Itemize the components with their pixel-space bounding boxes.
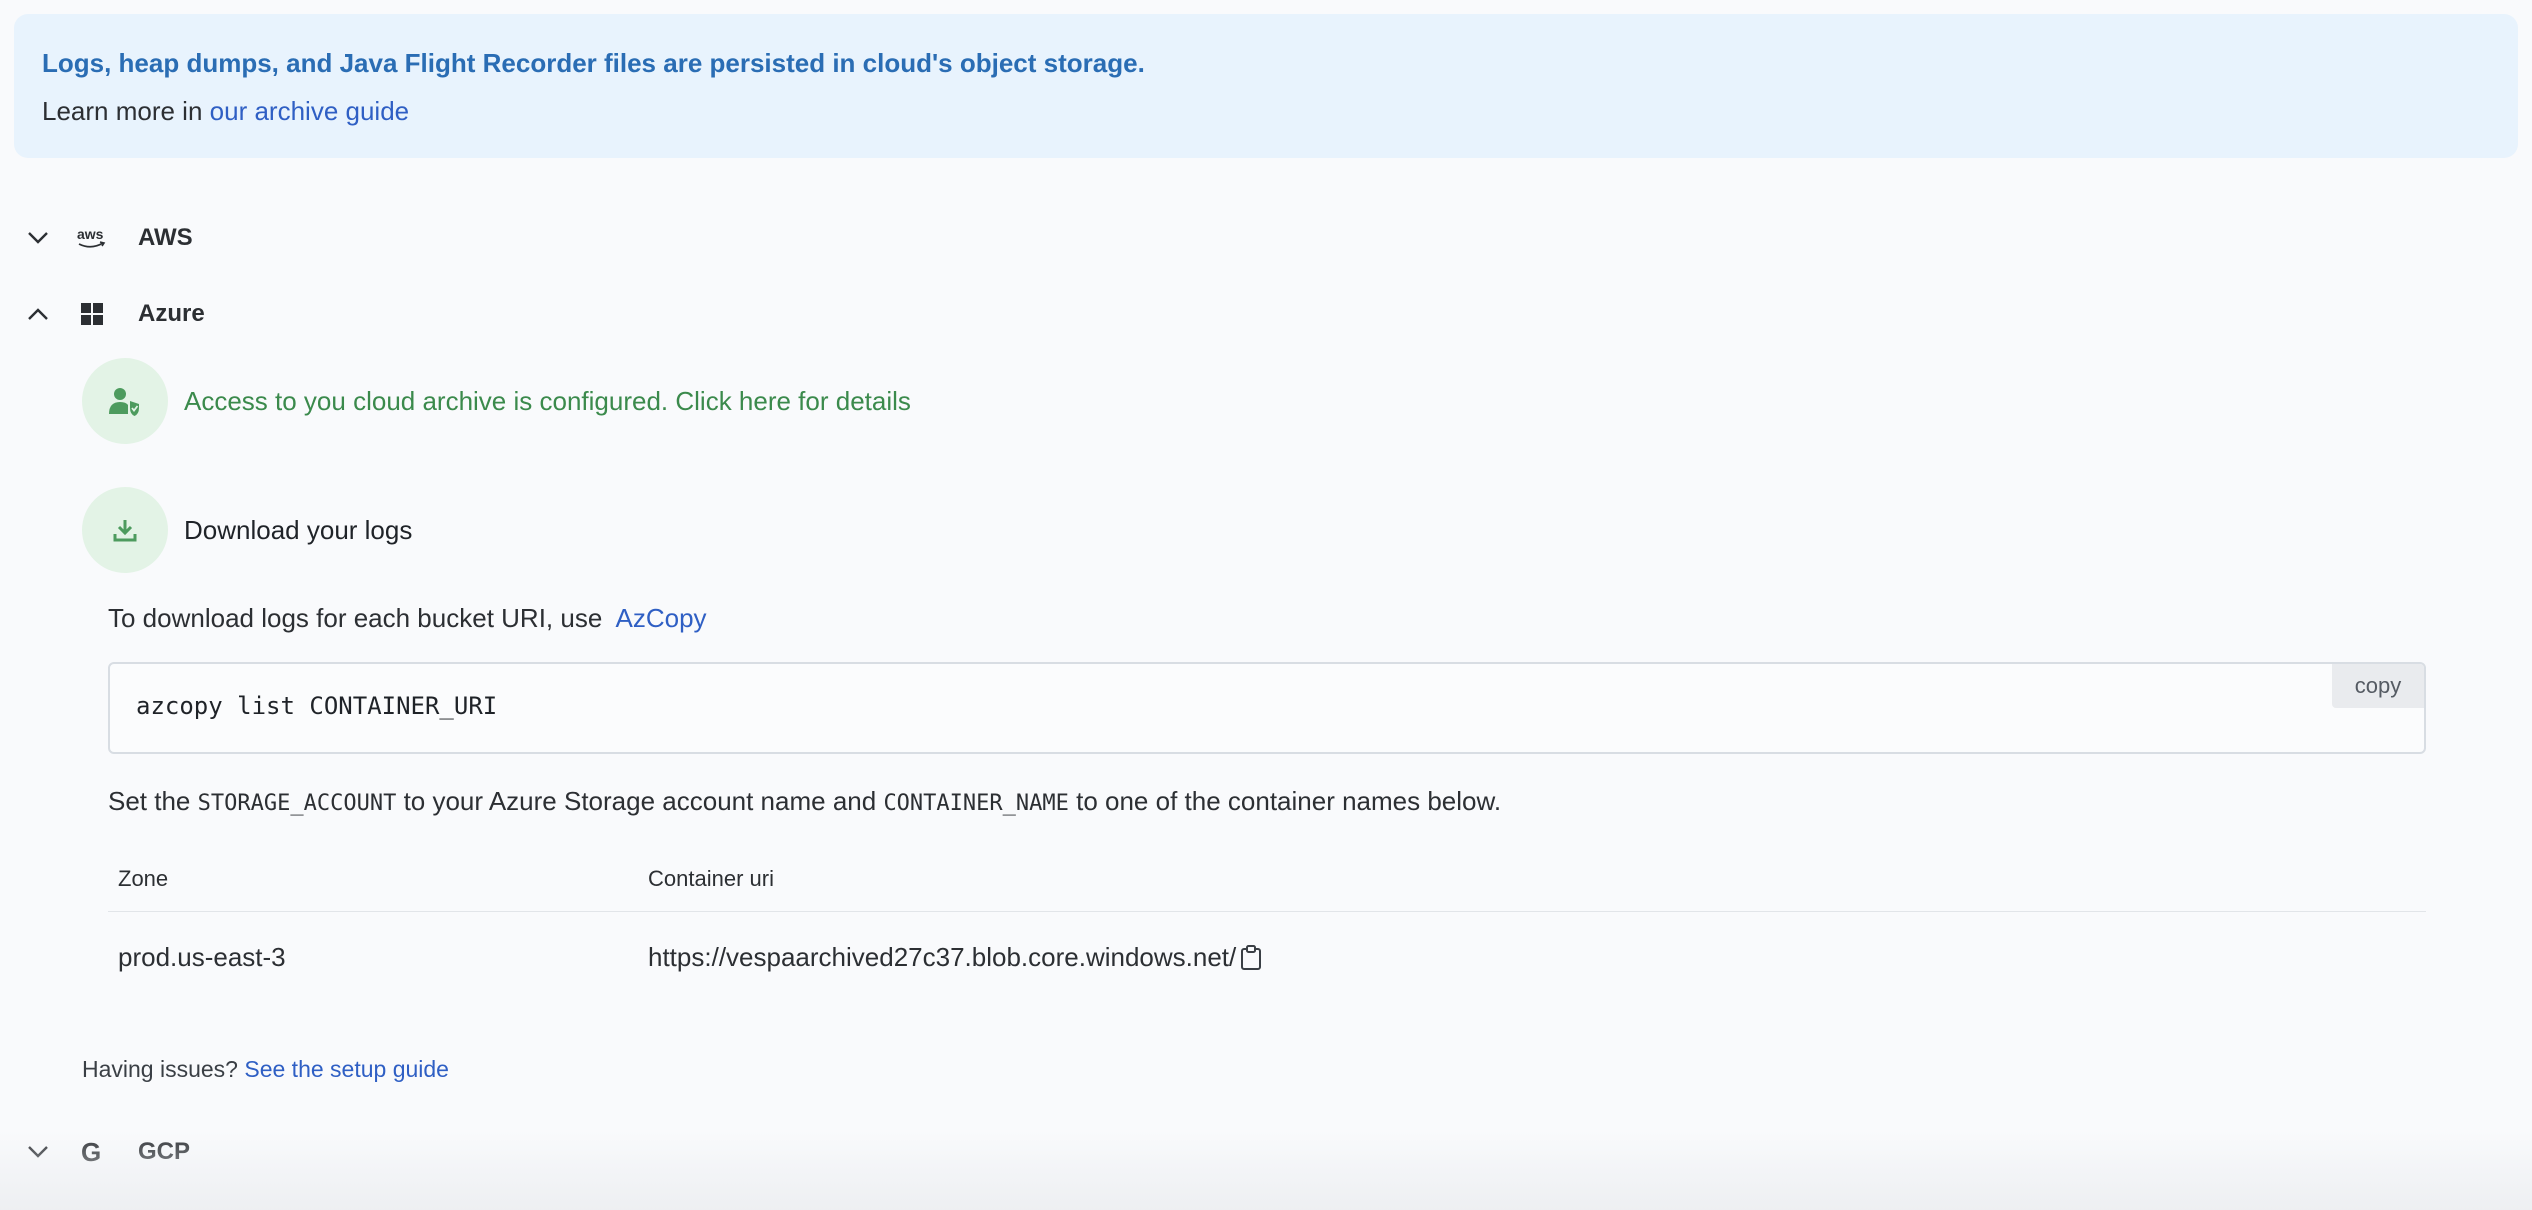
download-icon — [82, 487, 168, 573]
azcopy-instruction: To download logs for each bucket URI, us… — [108, 601, 707, 635]
copy-button[interactable]: copy — [2332, 664, 2424, 708]
storage-instructions: Set the STORAGE_ACCOUNT to your Azure St… — [108, 784, 1501, 821]
windows-logo-icon — [68, 296, 116, 332]
archive-page: Logs, heap dumps, and Java Flight Record… — [0, 0, 2532, 1210]
zone-cell: prod.us-east-3 — [118, 942, 286, 972]
aws-logo-text: aws — [77, 226, 104, 242]
set-suffix: to one of the container names below. — [1076, 786, 1502, 816]
table-header: Zone Container uri — [108, 858, 2426, 912]
setup-guide-link[interactable]: See the setup guide — [244, 1056, 449, 1082]
chevron-down-icon[interactable] — [22, 222, 54, 254]
command-code-block: azcopy list CONTAINER_URI copy — [108, 662, 2426, 754]
provider-name-gcp: GCP — [138, 1138, 191, 1165]
provider-row-azure[interactable]: Azure — [22, 292, 205, 336]
aws-logo-icon: aws — [68, 220, 116, 256]
provider-name-aws: AWS — [138, 224, 193, 251]
set-middle: to your Azure Storage account name and — [403, 786, 877, 816]
table-row: prod.us-east-3 https://vespaarchived27c3… — [108, 912, 2426, 976]
access-configured-step[interactable]: Access to you cloud archive is configure… — [82, 358, 911, 444]
info-banner: Logs, heap dumps, and Java Flight Record… — [14, 14, 2518, 158]
archive-guide-link[interactable]: our archive guide — [210, 96, 409, 126]
container-table: Zone Container uri prod.us-east-3 https:… — [108, 858, 2426, 976]
column-header-container-uri: Container uri — [648, 866, 774, 891]
download-logs-step: Download your logs — [82, 487, 412, 573]
google-logo-icon: G — [68, 1134, 116, 1170]
download-logs-title: Download your logs — [184, 515, 413, 545]
container-name-code: CONTAINER_NAME — [883, 791, 1069, 816]
bottom-fade — [0, 1130, 2532, 1210]
provider-name-azure: Azure — [138, 300, 205, 327]
container-uri-cell: https://vespaarchived27c37.blob.core.win… — [648, 942, 1262, 973]
user-shield-icon — [82, 358, 168, 444]
learn-more-prefix: Learn more in — [42, 96, 203, 126]
set-prefix: Set the — [108, 786, 191, 816]
azcopy-link[interactable]: AzCopy — [616, 603, 707, 633]
issues-prefix: Having issues? — [82, 1056, 238, 1082]
column-header-zone: Zone — [118, 866, 169, 891]
azcopy-instruction-text: To download logs for each bucket URI, us… — [108, 603, 603, 633]
banner-title: Logs, heap dumps, and Java Flight Record… — [42, 48, 1145, 78]
banner-learn-more: Learn more in our archive guide — [42, 94, 2490, 128]
clipboard-icon[interactable] — [1240, 944, 1262, 971]
chevron-up-icon[interactable] — [22, 298, 54, 330]
provider-row-aws[interactable]: aws AWS — [22, 216, 193, 260]
storage-account-code: STORAGE_ACCOUNT — [197, 791, 397, 816]
chevron-down-icon[interactable] — [22, 1136, 54, 1168]
azcopy-command: azcopy list CONTAINER_URI — [136, 692, 498, 720]
google-logo-text: G — [81, 1138, 101, 1166]
access-configured-link[interactable]: Access to you cloud archive is configure… — [184, 384, 911, 418]
container-uri-text: https://vespaarchived27c37.blob.core.win… — [648, 942, 1237, 972]
having-issues: Having issues? See the setup guide — [82, 1053, 449, 1085]
provider-row-gcp[interactable]: G GCP — [22, 1130, 190, 1174]
